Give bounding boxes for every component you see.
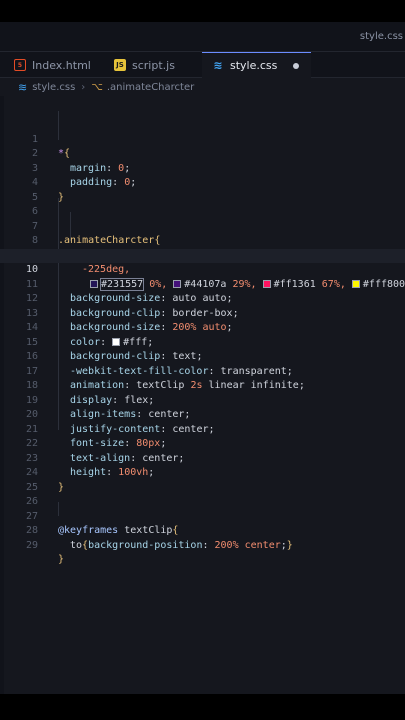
tab-style-css[interactable]: ≋ style.css [202, 52, 312, 78]
code-line: 28 to{background-position: 200% center;} [0, 510, 405, 551]
code-line: 11 background-size: auto auto; [0, 263, 405, 305]
code-line: 17 animation: textClip 2s linear infinit… [0, 350, 405, 392]
breadcrumb-symbol[interactable]: .animateCharcter [107, 82, 194, 93]
breadcrumb-file[interactable]: style.css [32, 82, 75, 93]
bottom-bezel [0, 694, 405, 720]
tab-bar: 5 Index.html JS script.js ≋ style.css [0, 52, 405, 78]
css-file-icon: ≋ [18, 80, 28, 94]
code-line: 19 align-items: center; [0, 379, 405, 421]
code-line: 14 color: #fff; [0, 307, 405, 348]
code-line: 25 [0, 466, 405, 493]
tab-label: Index.html [32, 58, 91, 72]
title-bar: style.css [0, 22, 405, 52]
code-line: 22 text-align: center; [0, 423, 405, 464]
code-line-current: 10 #231557 0%, #44107a 29%, #ff1361 67%,… [0, 248, 405, 291]
symbol-class-icon: ⌥ [91, 81, 103, 93]
code-line: 20 justify-content: center; [0, 394, 405, 435]
editor-window: style.css 5 Index.html JS script.js ≋ st… [0, 22, 405, 694]
code-line: 8 background-image: linear-gradient( [0, 220, 405, 262]
code-line: 21 font-size: 80px; [0, 408, 405, 450]
line-number: 29 [25, 539, 38, 551]
html5-icon: 5 [14, 59, 26, 71]
breadcrumb: ≋ style.css › ⌥ .animateCharcter [0, 78, 405, 96]
code-line: 9 -225deg, [0, 234, 405, 276]
device-frame: style.css 5 Index.html JS script.js ≋ st… [0, 0, 405, 720]
tab-label: script.js [132, 58, 175, 72]
css-file-icon: ≋ [213, 59, 223, 72]
code-line: 5 [0, 176, 405, 203]
code-editor[interactable]: 1 *{ 2 margin: 0; 3 padding: 0; 4 } 5 6 … [0, 96, 405, 694]
code-line: 13 background-size: 200% auto; [0, 292, 405, 334]
code-line: 16 -webkit-text-fill-color: transparent; [0, 336, 405, 377]
tab-index-html[interactable]: 5 Index.html [14, 52, 91, 78]
code-line: 4 } [0, 162, 405, 203]
code-text: to{background-position: 200% center;} [70, 539, 293, 551]
js-file-icon: JS [114, 59, 126, 71]
code-line: 27 @keyframes textClip{ [0, 495, 405, 537]
code-text: } [58, 554, 65, 565]
code-line: 15 background-clip: text; [0, 321, 405, 363]
chevron-right-icon: › [81, 81, 86, 93]
code-line: 2 margin: 0; [0, 133, 405, 174]
code-line: 1 *{ [0, 118, 405, 160]
unsaved-dot-icon[interactable] [293, 62, 300, 69]
code-line: 24 } [0, 452, 405, 493]
code-line: 3 padding: 0; [0, 147, 405, 189]
code-line: 26 [0, 481, 405, 507]
window-title: style.css [359, 31, 403, 42]
code-line: 18 display: flex; [0, 365, 405, 406]
tab-label: style.css [230, 59, 278, 72]
code-line: 23 height: 100vh; [0, 437, 405, 479]
code-line: 12 background-clip: border-box; [0, 278, 405, 319]
tab-script-js[interactable]: JS script.js [114, 52, 175, 78]
code-line: 7 .animateCharcter{ [0, 205, 405, 247]
code-line: 6 [0, 191, 405, 217]
code-line: 29 } [0, 524, 405, 566]
